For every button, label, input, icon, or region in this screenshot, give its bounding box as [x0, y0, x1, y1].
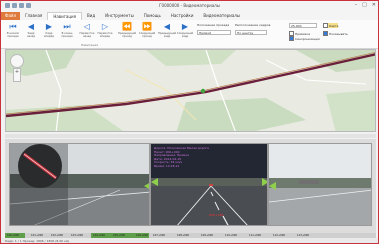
video-right-frame [269, 144, 371, 225]
step-back-button[interactable]: ◀ Кадр назад [23, 22, 39, 42]
position-label: Положение проезда [197, 23, 230, 27]
app-window: Г0000000 - Видеоматериалы – □ ✕ Файл Гла… [0, 0, 379, 244]
picket-overlay: ПК0+080 [209, 213, 224, 217]
menu-video[interactable]: Видеоматериалы [198, 12, 245, 20]
next-frame-button[interactable]: ▶ Следующий кадр [177, 22, 193, 42]
check-show[interactable]: Показывать [323, 31, 348, 36]
forward-label: Перемотка вперёд [97, 32, 113, 38]
menu-home[interactable]: Главная [20, 12, 47, 20]
rewind-label: Перемотка назад [79, 32, 95, 38]
skip-start-label: В начало проезда [6, 32, 20, 38]
info-time: Время: 14:26:12 [154, 163, 180, 168]
window-controls: – □ ✕ [355, 2, 376, 8]
step-forward-label: Кадр вперёд [44, 32, 54, 38]
rewind-icon: ◁ [83, 22, 91, 31]
map-view[interactable]: + [5, 49, 376, 132]
video-left[interactable] [9, 143, 150, 226]
skip-start-icon: ⏮ [9, 22, 17, 31]
sort-label: Расположение кадров [235, 23, 271, 27]
menu-help[interactable]: Помощь [139, 12, 166, 20]
video-area: Дорога: Московская Малая дорога Пикет: 0… [5, 139, 376, 233]
check-map-box[interactable] [323, 23, 328, 28]
window-title: Г0000000 - Видеоматериалы [159, 3, 220, 8]
position-select[interactable]: Прямой [197, 30, 231, 35]
skip-end-button[interactable]: ⏭ В конец проезда [59, 22, 75, 42]
next-pass-icon: ⏩ [142, 22, 152, 31]
panel-splitter[interactable] [5, 134, 376, 138]
minimize-button[interactable]: – [355, 2, 358, 8]
forward-button[interactable]: ▷ Перемотка вперёд [97, 22, 113, 42]
menu-tools[interactable]: Инструменты [100, 12, 139, 20]
prev-frame-icon: ◀ [163, 22, 171, 31]
rewind-button[interactable]: ◁ Перемотка назад [79, 22, 95, 42]
step-back-icon: ◀ [27, 22, 35, 31]
map-canvas[interactable] [6, 50, 376, 132]
check-show-box[interactable] [323, 31, 328, 36]
check-sync[interactable]: Синхронизация [289, 36, 320, 41]
ribbon: ⏮ В начало проезда ◀ Кадр назад ▶ Кадр впер… [1, 20, 378, 49]
check-map-label: Карта [329, 23, 339, 28]
menu-file[interactable]: Файл [1, 12, 21, 20]
maximize-button[interactable]: □ [362, 2, 367, 8]
prev-frame-label: Предыдущий кадр [157, 32, 177, 38]
title-bar: Г0000000 - Видеоматериалы – □ ✕ [1, 1, 378, 12]
step-back-label: Кадр назад [26, 32, 36, 38]
video-right[interactable] [268, 143, 372, 226]
video-info-overlay: Дорога: Московская Малая дорога Пикет: 0… [154, 146, 209, 169]
speed-field[interactable]: 25.000 [289, 23, 317, 28]
map-pan-control[interactable] [10, 54, 24, 68]
prev-pass-icon: ⏪ [122, 22, 132, 31]
skip-end-icon: ⏭ [63, 22, 71, 31]
prev-frame-button[interactable]: ◀ Предыдущий кадр [157, 22, 177, 42]
skip-start-button[interactable]: ⏮ В начало проезда [5, 22, 21, 42]
video-left-frame [10, 144, 149, 225]
check-sync-label: Синхронизация [295, 36, 320, 41]
next-pass-label: Следующий проезд [138, 32, 156, 38]
next-frame-label: Следующий кадр [176, 32, 194, 38]
video-center[interactable]: Дорога: Московская Малая дорога Пикет: 0… [150, 143, 268, 226]
menu-view[interactable]: Вид [82, 12, 100, 20]
step-forward-button[interactable]: ▶ Кадр вперёд [41, 22, 57, 42]
ribbon-group-label: Навигация [81, 43, 99, 47]
position-marker[interactable] [200, 88, 206, 94]
prev-pass-button[interactable]: ⏪ Предыдущий проезд [117, 22, 137, 42]
check-map[interactable]: Карта [323, 23, 339, 28]
step-forward-icon: ▶ [45, 22, 53, 31]
check-show-label: Показывать [329, 31, 348, 36]
menu-navigation[interactable]: Навигация [47, 12, 83, 20]
check-binding-label: Привязка [295, 31, 310, 36]
map-zoom-control[interactable]: + [13, 68, 21, 82]
menu-bar: Файл Главная Навигация Вид Инструменты П… [1, 12, 378, 20]
skip-end-label: В конец проезда [61, 32, 73, 38]
sort-select[interactable]: По центру [235, 30, 267, 35]
menu-settings[interactable]: Настройки [166, 12, 199, 20]
close-button[interactable]: ✕ [372, 2, 376, 8]
next-pass-button[interactable]: ⏩ Следующий проезд [139, 22, 155, 42]
prev-pass-label: Предыдущий проезд [117, 32, 137, 38]
forward-icon: ▷ [101, 22, 109, 31]
check-sync-box[interactable] [289, 36, 294, 41]
next-frame-icon: ▶ [181, 22, 189, 31]
status-bar: Кадр: 1 / 1 Проезд: 1806 / 1806 (8.06 км… [1, 238, 378, 243]
